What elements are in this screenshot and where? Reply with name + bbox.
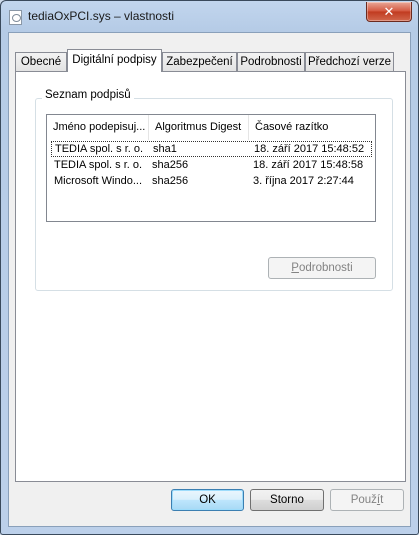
window-title: tediaOxPCI.sys – vlastnosti [28, 9, 175, 23]
column-header-timestamp[interactable]: Časové razítko [249, 115, 375, 140]
tab-previous-versions[interactable]: Předchozí verze [305, 52, 394, 71]
timestamp: 3. října 2017 2:27:44 [253, 175, 354, 187]
close-button[interactable]: ✕ [366, 2, 412, 22]
signature-list[interactable]: Jméno podepisuj... Algoritmus Digest Čas… [46, 114, 376, 222]
digest-algorithm: sha256 [152, 175, 189, 187]
apply-button[interactable]: Použít [330, 489, 404, 511]
file-icon [9, 10, 22, 25]
tab-details[interactable]: Podrobnosti [237, 52, 305, 71]
apply-button-label-rest: t [380, 494, 384, 506]
column-header-signer[interactable]: Jméno podepisuj... [47, 115, 149, 140]
column-header-digest[interactable]: Algoritmus Digest [149, 115, 249, 140]
details-button-accel: P [291, 262, 299, 274]
title-bar[interactable]: tediaOxPCI.sys – vlastnosti ✕ [1, 1, 418, 33]
tab-digital-signatures[interactable]: Digitální podpisy [67, 49, 162, 72]
signer-name: TEDIA spol. s r. o. [54, 159, 143, 171]
digest-algorithm: sha256 [152, 159, 189, 171]
tab-general[interactable]: Obecné [15, 52, 67, 71]
tab-security[interactable]: Zabezpečení [162, 52, 237, 71]
dialog-client-area: Obecné Digitální podpisy Zabezpečení Pod… [8, 32, 411, 527]
list-item[interactable]: TEDIA spol. s r. o. sha1 18. září 2017 1… [51, 141, 372, 157]
cancel-button[interactable]: Storno [250, 489, 324, 511]
tab-panel-digital-signatures: Seznam podpisů Jméno podepisuj... Algori… [15, 71, 406, 482]
details-button-label-rest: odrobnosti [298, 262, 353, 274]
details-button[interactable]: Podrobnosti [268, 257, 376, 279]
timestamp: 18. září 2017 15:48:52 [254, 143, 365, 155]
timestamp: 18. září 2017 15:48:58 [253, 159, 364, 171]
list-item[interactable]: TEDIA spol. s r. o. sha256 18. září 2017… [51, 158, 372, 174]
signer-name: TEDIA spol. s r. o. [55, 143, 144, 155]
list-item[interactable]: Microsoft Windo... sha256 3. října 2017 … [51, 174, 372, 190]
ok-button[interactable]: OK [171, 489, 244, 511]
apply-button-label-prefix: Použ [350, 494, 377, 506]
digest-algorithm: sha1 [153, 143, 177, 155]
signer-name: Microsoft Windo... [54, 175, 143, 187]
list-header: Jméno podepisuj... Algoritmus Digest Čas… [47, 115, 375, 140]
group-label: Seznam podpisů [42, 89, 134, 101]
properties-dialog: tediaOxPCI.sys – vlastnosti ✕ Obecné Dig… [0, 0, 419, 535]
close-icon: ✕ [383, 4, 395, 19]
